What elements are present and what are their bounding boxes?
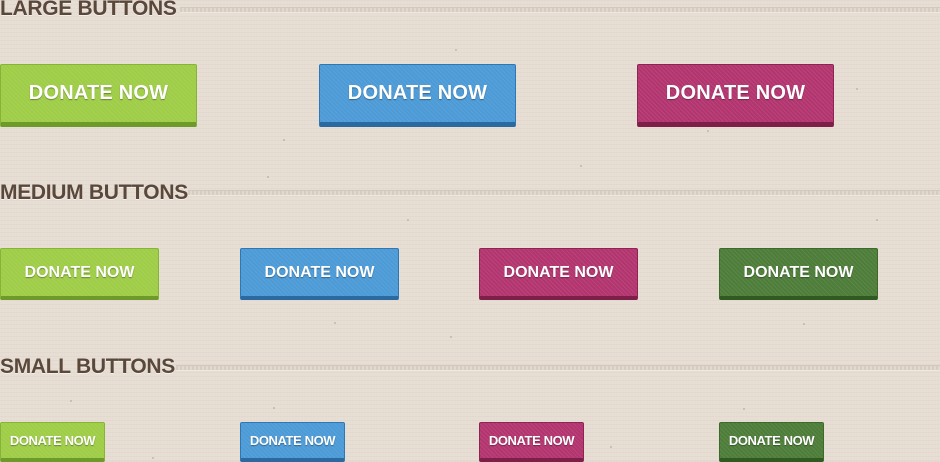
paper-speck <box>707 130 709 132</box>
small-section-divider <box>176 365 940 371</box>
paper-speck <box>856 88 858 90</box>
medium-section-divider <box>188 190 940 196</box>
paper-speck <box>580 165 582 167</box>
paper-speck <box>743 408 745 410</box>
small-donate-button-blue[interactable]: DONATE NOW <box>240 422 345 462</box>
small-donate-button-magenta[interactable]: DONATE NOW <box>479 422 584 462</box>
large-section-divider <box>180 7 940 13</box>
small-buttons-heading: SMALL BUTTONS <box>0 355 175 378</box>
paper-speck <box>610 446 612 448</box>
paper-speck <box>152 457 154 459</box>
medium-donate-button-blue[interactable]: DONATE NOW <box>240 248 399 300</box>
paper-speck <box>267 176 269 178</box>
paper-speck <box>803 323 805 325</box>
paper-speck <box>876 219 878 221</box>
medium-buttons-heading: MEDIUM BUTTONS <box>0 181 188 204</box>
paper-speck <box>70 400 72 402</box>
large-buttons-heading: LARGE BUTTONS <box>0 0 177 20</box>
medium-donate-button-magenta[interactable]: DONATE NOW <box>479 248 638 300</box>
medium-donate-button-green[interactable]: DONATE NOW <box>0 248 159 300</box>
paper-speck <box>450 336 452 338</box>
paper-speck <box>283 139 285 141</box>
paper-speck <box>407 219 409 221</box>
small-donate-button-green[interactable]: DONATE NOW <box>0 422 105 462</box>
small-donate-button-dark-green[interactable]: DONATE NOW <box>719 422 824 462</box>
paper-speck <box>273 407 275 409</box>
large-donate-button-green[interactable]: DONATE NOW <box>0 64 197 127</box>
paper-speck <box>455 49 457 51</box>
large-donate-button-magenta[interactable]: DONATE NOW <box>637 64 834 127</box>
paper-speck <box>334 322 336 324</box>
large-donate-button-blue[interactable]: DONATE NOW <box>319 64 516 127</box>
medium-donate-button-dark-green[interactable]: DONATE NOW <box>719 248 878 300</box>
